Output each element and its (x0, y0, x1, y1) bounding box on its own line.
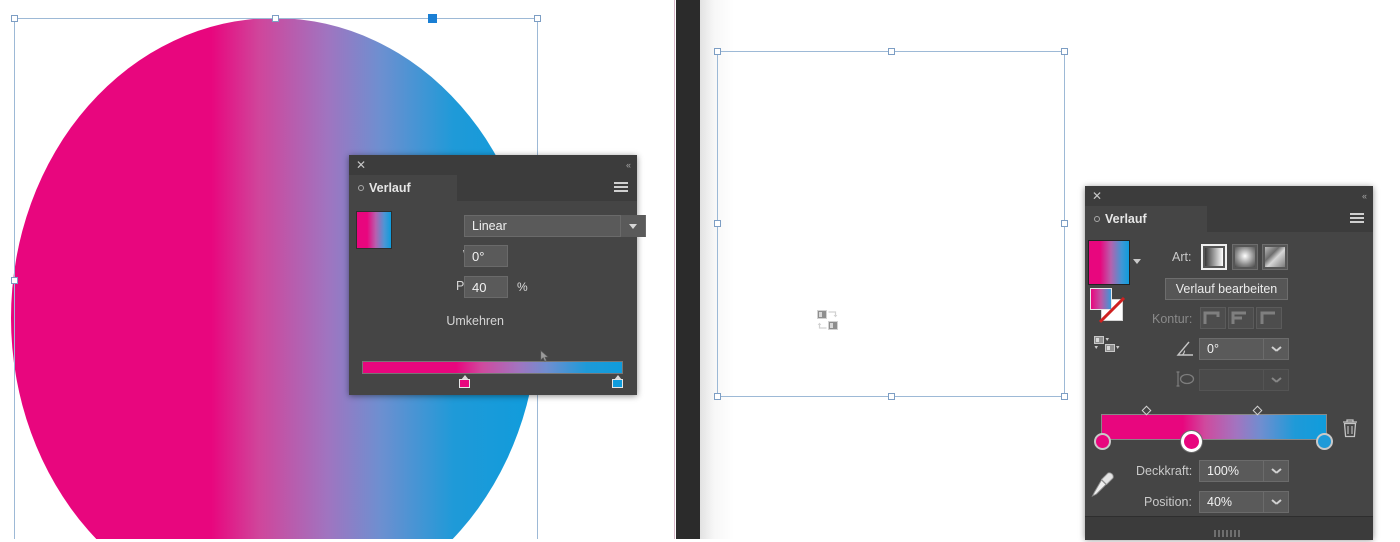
freeform-gradient-icon[interactable] (1262, 244, 1288, 270)
angle-icon (1176, 341, 1193, 356)
stroke-across-icon[interactable] (1256, 307, 1282, 329)
fill-mode-icon[interactable] (1094, 336, 1120, 352)
radial-preview (1235, 247, 1255, 267)
panel-tabbar: Verlauf (1085, 206, 1373, 232)
none-slash-icon (1099, 297, 1126, 324)
tab-dot-icon (358, 185, 364, 191)
gradient-stop-2[interactable] (612, 375, 623, 388)
bbox-handle-bottom-left[interactable] (714, 393, 721, 400)
selection-handle-top-right[interactable] (534, 15, 541, 22)
position-input[interactable]: 40% (1199, 491, 1289, 513)
panel-footer (1085, 516, 1373, 540)
gradient-stop-1[interactable] (459, 375, 470, 388)
collapse-icon[interactable]: ‹‹ (626, 159, 631, 171)
gradient-stop-end[interactable] (1316, 433, 1333, 450)
gradient-strip[interactable] (362, 361, 623, 374)
mouse-cursor-icon (540, 350, 549, 362)
gradient-panel-photoshop[interactable]: ✕ ‹‹ Verlauf (349, 155, 637, 395)
resize-grip-icon[interactable] (1214, 524, 1244, 537)
position-value: 40 (472, 279, 487, 295)
bbox-handle-middle-left[interactable] (714, 220, 721, 227)
gradient-panel-illustrator[interactable]: ✕ ‹‹ Verlauf (1085, 186, 1373, 539)
winkel-value: 0° (472, 248, 485, 264)
stroke-within-icon[interactable] (1200, 307, 1226, 329)
gradient-preview-swatch[interactable] (1088, 240, 1130, 285)
typ-value: Linear (472, 219, 507, 233)
winkel-input[interactable]: 0° (464, 245, 508, 267)
aspect-ratio-icon (1176, 371, 1195, 387)
stop-color-swatch (612, 379, 623, 388)
radial-gradient-icon[interactable] (1232, 244, 1258, 270)
opacity-value: 100% (1207, 464, 1239, 478)
artboard-edge (674, 0, 675, 539)
chevron-down-icon[interactable] (1263, 491, 1288, 513)
selection-handle-top-left[interactable] (11, 15, 18, 22)
window-gutter (676, 0, 700, 539)
collapse-icon[interactable]: ‹‹ (1362, 190, 1367, 202)
panel-titlebar: ✕ ‹‹ (349, 155, 637, 175)
chevron-down-icon[interactable] (1263, 369, 1288, 391)
delete-stop-icon[interactable] (1341, 418, 1359, 438)
tab-verlauf[interactable]: Verlauf (1085, 206, 1207, 232)
bbox-handle-top-center[interactable] (888, 48, 895, 55)
selection-handle-middle-left[interactable] (11, 277, 18, 284)
selection-handle-top-center[interactable] (272, 15, 279, 22)
panel-titlebar: ✕ ‹‹ (1085, 186, 1373, 206)
aspect-ratio-input[interactable] (1199, 369, 1289, 391)
selection-handle-active[interactable] (428, 14, 437, 23)
tab-label: Verlauf (1105, 212, 1147, 226)
bbox-handle-bottom-center[interactable] (888, 393, 895, 400)
position-label: Position: (1144, 495, 1192, 509)
panel-menu-icon[interactable] (1350, 213, 1364, 224)
fill-stroke-indicator[interactable] (1090, 288, 1126, 324)
deckkraft-label: Deckkraft: (1136, 464, 1193, 478)
bbox-handle-middle-right[interactable] (1061, 220, 1068, 227)
close-icon[interactable]: ✕ (1091, 190, 1103, 202)
gradient-stop-start[interactable] (1094, 433, 1111, 450)
chevron-down-icon[interactable] (620, 215, 645, 237)
stop-color-swatch (459, 379, 470, 388)
gradient-slider[interactable] (1101, 414, 1327, 440)
position-input[interactable]: 40 (464, 276, 508, 298)
position-value: 40% (1207, 495, 1233, 509)
chevron-down-icon[interactable] (1263, 460, 1288, 482)
kontur-label: Kontur: (1152, 312, 1193, 326)
gradient-stop-selected[interactable] (1181, 431, 1202, 452)
tab-label: Verlauf (369, 181, 411, 195)
bbox-handle-top-left[interactable] (714, 48, 721, 55)
edit-gradient-button[interactable]: Verlauf bearbeiten (1165, 278, 1288, 300)
reverse-gradient-icon[interactable] (817, 310, 838, 330)
art-label: Art: (1172, 250, 1192, 264)
umkehren-label: Umkehren (446, 314, 504, 328)
bbox-handle-bottom-right[interactable] (1061, 393, 1068, 400)
tab-verlauf[interactable]: Verlauf (349, 175, 457, 201)
panel-tabbar: Verlauf (349, 175, 637, 201)
bbox-handle-top-right[interactable] (1061, 48, 1068, 55)
close-icon[interactable]: ✕ (355, 159, 367, 171)
panel-menu-icon[interactable] (614, 182, 628, 193)
typ-select[interactable]: Linear (464, 215, 646, 237)
chevron-down-icon[interactable] (1263, 338, 1288, 360)
eyedropper-icon[interactable] (1089, 470, 1115, 500)
opacity-input[interactable]: 100% (1199, 460, 1289, 482)
angle-input[interactable]: 0° (1199, 338, 1289, 360)
stroke-along-icon[interactable] (1228, 307, 1254, 329)
position-unit: % (517, 280, 528, 294)
angle-value: 0° (1207, 342, 1219, 356)
linear-preview (1205, 248, 1223, 266)
tab-dot-icon (1094, 216, 1100, 222)
linear-gradient-icon[interactable] (1201, 244, 1227, 270)
freeform-preview (1265, 247, 1285, 267)
chevron-down-icon[interactable] (1133, 259, 1141, 264)
